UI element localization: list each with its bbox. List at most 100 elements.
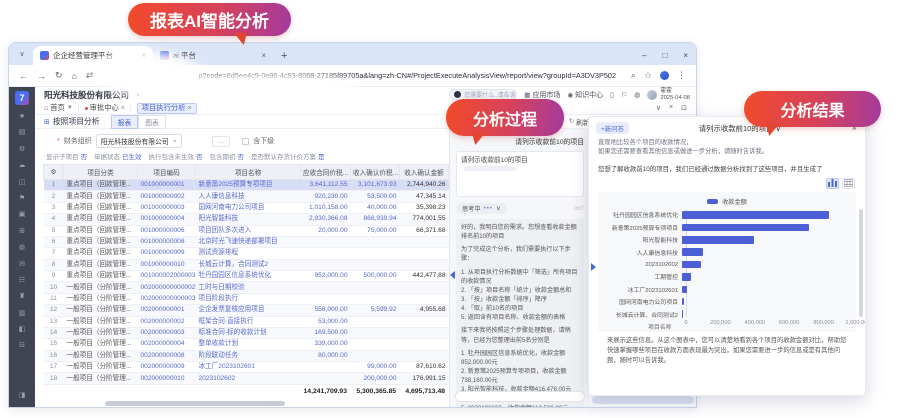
project-category[interactable]: 一般项目（分阶管理... bbox=[64, 362, 138, 373]
project-code[interactable]: 001000000010 bbox=[138, 259, 196, 270]
project-code[interactable]: 002000000010 bbox=[138, 373, 196, 384]
revenue-confirm-amount[interactable] bbox=[400, 316, 449, 327]
filter-flag[interactable]: 是否默认存货计价方案是 bbox=[251, 151, 325, 161]
tab-approval-center[interactable]: 审批中心 × bbox=[85, 103, 125, 113]
table-row[interactable]: 7重点项目（回款管理...001000000009测试资源排程 bbox=[44, 248, 449, 259]
revenue-confirm-tax-amount[interactable]: 99,000.00 bbox=[351, 362, 400, 373]
receivable-contract-amount[interactable]: 20,000.00 bbox=[301, 225, 351, 236]
project-code[interactable]: 002000000003 bbox=[138, 327, 196, 338]
project-code[interactable]: 001000000001 bbox=[138, 180, 196, 191]
chat-input-field[interactable] bbox=[455, 391, 585, 402]
revenue-confirm-tax-amount[interactable] bbox=[351, 327, 400, 338]
project-name[interactable]: 标准合同-标的收款计划 bbox=[196, 327, 301, 338]
bar[interactable] bbox=[682, 286, 687, 294]
filter-flag[interactable]: 显示子项目否 bbox=[46, 151, 87, 161]
sidebar-module-icon[interactable]: ◫ bbox=[19, 175, 26, 191]
window-maximize-button[interactable]: □ bbox=[662, 51, 667, 60]
receivable-contract-amount[interactable] bbox=[301, 259, 351, 270]
chart-view-button[interactable] bbox=[826, 178, 839, 189]
table-row[interactable]: 13一般项目（分阶管理...002000000002框架合同-直接执行53,00… bbox=[44, 316, 449, 327]
receivable-contract-amount[interactable]: 339,000.00 bbox=[301, 339, 351, 350]
revenue-confirm-tax-amount[interactable] bbox=[351, 236, 400, 247]
include-sub-checkbox[interactable] bbox=[242, 138, 249, 145]
project-code[interactable]: 002000000001 bbox=[138, 305, 196, 316]
bar[interactable] bbox=[682, 224, 809, 232]
app-logo[interactable]: 7 bbox=[15, 91, 29, 105]
project-category[interactable]: 重点项目（回款管理... bbox=[64, 259, 138, 270]
table-row[interactable]: 10一般项目（分阶管理...002000000000002工时与日期校验 bbox=[44, 282, 449, 293]
table-row[interactable]: 11一般项目（分阶管理...002000000000003项目阶段执行 bbox=[44, 293, 449, 304]
revenue-confirm-amount[interactable]: 176,991.15 bbox=[400, 373, 449, 384]
receivable-contract-amount[interactable]: 3,641,112.55 bbox=[301, 180, 351, 191]
revenue-confirm-tax-amount[interactable]: 5,599.92 bbox=[351, 305, 400, 316]
table-view-button[interactable] bbox=[842, 178, 855, 189]
table-row[interactable]: 6重点项目（回款管理...001000000008北京时光飞速快递部署项目 bbox=[44, 236, 449, 247]
revenue-confirm-tax-amount[interactable]: 75,000.00 bbox=[351, 225, 400, 236]
project-category[interactable]: 重点项目（回款管理... bbox=[64, 180, 138, 191]
table-row[interactable]: 4重点项目（回款管理...001000000004阳光智能科技2,930,366… bbox=[44, 214, 449, 225]
bar[interactable] bbox=[682, 248, 703, 256]
project-name[interactable]: 阶段联动任务 bbox=[196, 350, 301, 361]
revenue-confirm-amount[interactable]: 774,001.55 bbox=[400, 214, 449, 225]
project-category[interactable]: 重点项目（回款管理... bbox=[64, 225, 138, 236]
project-name[interactable]: 测试资源排程 bbox=[196, 248, 301, 259]
project-name[interactable]: 新意策2025预算专项项目 bbox=[196, 180, 301, 191]
revenue-confirm-amount[interactable] bbox=[400, 259, 449, 270]
project-name[interactable]: 整单收款计划 bbox=[196, 339, 301, 350]
revenue-confirm-amount[interactable]: 87,610.62 bbox=[400, 362, 449, 373]
view-mode-报表[interactable]: 报表 bbox=[111, 115, 139, 129]
close-icon[interactable]: × bbox=[669, 104, 673, 112]
project-code[interactable]: 002000000004 bbox=[138, 339, 196, 350]
project-code[interactable]: 001000000004 bbox=[138, 214, 196, 225]
sidebar-module-icon[interactable]: ✉ bbox=[19, 257, 25, 273]
project-category[interactable]: 一般项目（分阶管理... bbox=[64, 305, 138, 316]
revenue-confirm-amount[interactable] bbox=[400, 350, 449, 361]
revenue-confirm-tax-amount[interactable] bbox=[351, 316, 400, 327]
receivable-contract-amount[interactable]: 920,230.00 bbox=[301, 191, 351, 202]
new-qa-button[interactable]: +新问答 bbox=[596, 122, 629, 134]
receivable-contract-amount[interactable]: 80,000.00 bbox=[301, 350, 351, 361]
table-row[interactable]: 5重点项目（回款管理...001000000006项目团队多次进入20,000.… bbox=[44, 225, 449, 236]
user-account[interactable]: 霍霍 2025-04-08 bbox=[647, 88, 690, 101]
sidebar-module-icon[interactable]: ★ bbox=[19, 109, 25, 125]
receivable-contract-amount[interactable] bbox=[301, 373, 351, 384]
panel-collapse-handle-icon[interactable] bbox=[450, 271, 455, 279]
project-code[interactable]: 001000000008 bbox=[138, 236, 196, 247]
table-row[interactable]: 2重点项目（回款管理...001000000002人人康信息科技920,230.… bbox=[44, 191, 449, 202]
sidebar-module-icon[interactable]: ◨ bbox=[19, 388, 26, 404]
table-row[interactable]: 8重点项目（回款管理...001000000010长城云计算，合同测试2 bbox=[44, 259, 449, 270]
project-category[interactable]: 重点项目（回款管理... bbox=[64, 271, 138, 282]
project-name[interactable]: 北京时光飞速快递部署项目 bbox=[196, 236, 301, 247]
revenue-confirm-amount[interactable] bbox=[400, 282, 449, 293]
window-minimize-button[interactable]: – bbox=[642, 51, 646, 60]
receivable-contract-amount[interactable]: 53,000.00 bbox=[301, 316, 351, 327]
project-category[interactable]: 重点项目（回款管理... bbox=[64, 248, 138, 259]
bar[interactable] bbox=[682, 298, 684, 306]
table-row[interactable]: 18一般项目（分阶管理...0020000000102023102602200,… bbox=[44, 373, 449, 384]
project-name[interactable]: 框架合同-直接执行 bbox=[196, 316, 301, 327]
expand-icon[interactable]: ⊡ bbox=[681, 104, 687, 112]
column-header[interactable]: 应收合同价税... bbox=[301, 165, 351, 180]
project-name[interactable]: 项目阶段执行 bbox=[196, 293, 301, 304]
revenue-confirm-amount[interactable]: 66,371.68 bbox=[400, 225, 449, 236]
revenue-confirm-tax-amount[interactable]: 3,101,673.93 bbox=[351, 180, 400, 191]
revenue-confirm-tax-amount[interactable]: 200,000.00 bbox=[351, 373, 400, 384]
project-category[interactable]: 一般项目（分阶管理... bbox=[64, 373, 138, 384]
revenue-confirm-tax-amount[interactable] bbox=[351, 282, 400, 293]
bar[interactable] bbox=[682, 236, 754, 244]
project-code[interactable]: 001000000003 bbox=[138, 202, 196, 213]
table-row[interactable]: 12一般项目（分阶管理...002000000001企企发票复核应用项目556,… bbox=[44, 305, 449, 316]
search-icon[interactable]: ⌕ bbox=[631, 70, 636, 81]
revenue-confirm-tax-amount[interactable] bbox=[351, 350, 400, 361]
table-row[interactable]: 16一般项目（分阶管理...002000000008阶段联动任务80,000.0… bbox=[44, 350, 449, 361]
more-options-button[interactable]: … bbox=[212, 136, 231, 147]
bell-icon[interactable]: ⚐ bbox=[621, 91, 627, 99]
topbar-item-应用市场[interactable]: ▦应用市场 bbox=[524, 90, 560, 100]
revenue-confirm-amount[interactable]: 2,744,940.26 bbox=[400, 180, 449, 191]
column-header[interactable]: 项目名称 bbox=[196, 165, 301, 180]
revenue-confirm-tax-amount[interactable]: 500,000.00 bbox=[351, 271, 400, 282]
revenue-confirm-amount[interactable] bbox=[400, 293, 449, 304]
project-category[interactable]: 一般项目（分阶管理... bbox=[64, 339, 138, 350]
collapse-icon[interactable]: ∨ bbox=[656, 104, 661, 112]
revenue-confirm-tax-amount[interactable] bbox=[351, 248, 400, 259]
